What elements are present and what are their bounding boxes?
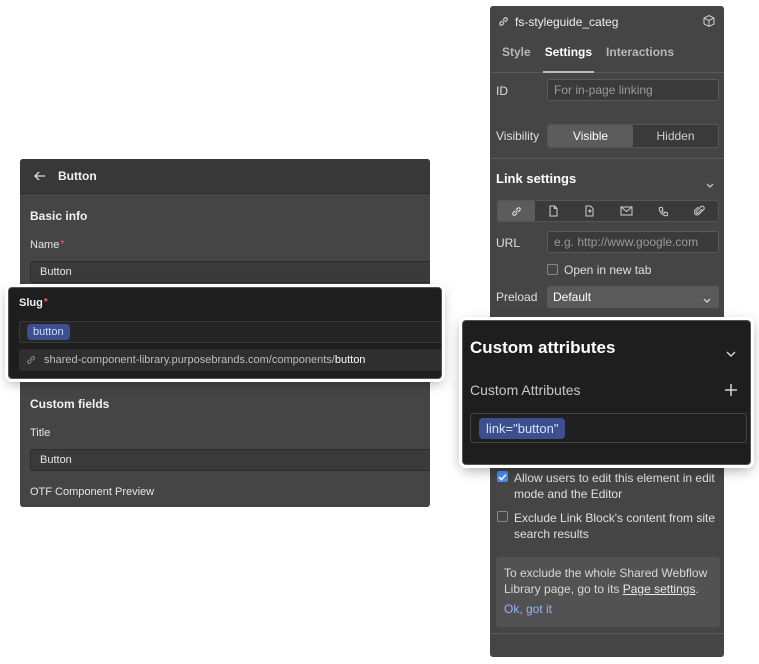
custom-attributes-heading[interactable]: Custom attributes (470, 338, 615, 358)
name-label-text: Name (30, 239, 60, 251)
page-settings-link[interactable]: Page settings (623, 582, 696, 596)
id-input[interactable]: For in-page linking (547, 79, 719, 101)
cms-item-title: Button (58, 169, 97, 183)
basic-info-heading: Basic info (30, 209, 88, 223)
name-label: Name* (30, 239, 64, 251)
title-label: Title (30, 427, 51, 439)
new-tab-label: Open in new tab (564, 263, 652, 277)
chevron-down-icon (703, 293, 711, 307)
url-icon[interactable] (498, 201, 535, 221)
slug-field[interactable]: button (19, 321, 441, 343)
new-tab-option[interactable]: Open in new tab (547, 263, 651, 277)
allow-edit-checkbox[interactable] (497, 471, 508, 482)
page-icon[interactable] (535, 201, 572, 221)
component-icon[interactable] (702, 14, 716, 31)
visibility-visible-option[interactable]: Visible (548, 125, 633, 147)
custom-fields-heading: Custom fields (30, 397, 110, 411)
new-tab-checkbox[interactable] (547, 264, 558, 275)
title-field[interactable]: Button (30, 449, 430, 471)
phone-icon[interactable] (645, 201, 682, 221)
chevron-down-icon[interactable] (726, 345, 736, 363)
allow-edit-label: Allow users to edit this element in edit… (514, 471, 715, 501)
slug-popout: Slug* button shared-component-library.pu… (8, 287, 442, 379)
note-end: . (695, 582, 699, 596)
visibility-label: Visibility (496, 129, 540, 143)
id-label: ID (496, 84, 508, 98)
attribute-chip: link="button" (479, 417, 566, 439)
slug-label-text: Slug (19, 297, 43, 309)
link-type-bar (497, 200, 719, 222)
url-slug: button (334, 354, 366, 366)
ok-got-it-link[interactable]: Ok, got it (504, 601, 712, 617)
link-settings-heading[interactable]: Link settings (496, 171, 576, 186)
slug-value-chip: button (27, 324, 70, 340)
url-input[interactable]: e.g. http://www.google.com (547, 231, 719, 253)
divider (490, 633, 724, 634)
required-mark: * (43, 297, 48, 308)
email-icon[interactable] (608, 201, 645, 221)
slug-label: Slug* (19, 297, 48, 309)
url-prefix: shared-component-library.purposebrands.c… (44, 354, 335, 366)
preload-select[interactable]: Default (547, 286, 719, 308)
name-field[interactable]: Button (30, 261, 430, 283)
exclude-page-note: To exclude the whole Shared Webflow Libr… (496, 557, 720, 627)
element-header: fs-styleguide_categ (490, 6, 724, 37)
tab-style[interactable]: Style (496, 37, 537, 72)
custom-attributes-popout: Custom attributes Custom Attributes link… (462, 320, 751, 465)
add-attribute-icon[interactable] (724, 383, 738, 402)
preload-value: Default (553, 290, 592, 304)
visibility-toggle: Visible Hidden (547, 124, 719, 148)
attribute-row[interactable]: link="button" (470, 413, 747, 443)
link-icon (26, 355, 36, 365)
exclude-search-label: Exclude Link Block's content from site s… (514, 511, 716, 541)
cms-header: Button (20, 159, 430, 194)
required-mark: * (60, 239, 65, 250)
otf-preview-label: OTF Component Preview (30, 486, 155, 498)
exclude-search-option[interactable]: Exclude Link Block's content from site s… (497, 510, 719, 542)
url-label: URL (496, 236, 521, 250)
tab-interactions[interactable]: Interactions (600, 37, 680, 72)
panel-tabs: Style Settings Interactions (490, 37, 724, 73)
chevron-down-icon[interactable] (706, 176, 714, 194)
link-block-icon (498, 16, 509, 27)
allow-edit-option[interactable]: Allow users to edit this element in edit… (497, 470, 719, 502)
slug-url-preview: shared-component-library.purposebrands.c… (19, 349, 441, 371)
visibility-hidden-option[interactable]: Hidden (633, 125, 718, 147)
preload-label: Preload (496, 290, 538, 304)
file-icon[interactable] (681, 201, 718, 221)
custom-attributes-subheading: Custom Attributes (470, 382, 581, 398)
element-name: fs-styleguide_categ (515, 14, 619, 29)
exclude-search-checkbox[interactable] (497, 511, 508, 522)
section-icon[interactable] (571, 201, 608, 221)
tab-settings[interactable]: Settings (539, 37, 598, 73)
back-arrow-icon[interactable] (32, 168, 48, 184)
divider (490, 158, 724, 159)
